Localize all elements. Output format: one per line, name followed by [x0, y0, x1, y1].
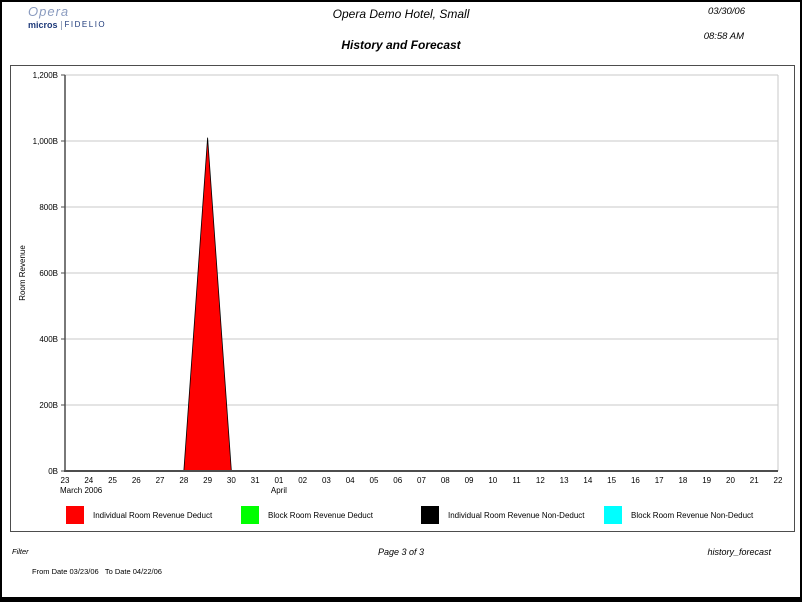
report-file-name: history_forecast: [707, 547, 771, 557]
x-axis-month-label: April: [271, 486, 287, 495]
y-tick-label: 200B: [39, 401, 58, 410]
x-tick-label: 05: [370, 476, 379, 485]
report-title: History and Forecast: [2, 38, 800, 52]
x-tick-label: 13: [560, 476, 569, 485]
legend-label: Individual Room Revenue Non-Deduct: [448, 511, 585, 520]
x-tick-label: 15: [607, 476, 616, 485]
x-tick-label: 26: [132, 476, 141, 485]
x-tick-label: 27: [156, 476, 165, 485]
x-tick-label: 29: [203, 476, 212, 485]
y-axis-title: Room Revenue: [18, 245, 27, 301]
x-tick-label: 09: [465, 476, 474, 485]
x-tick-label: 22: [774, 476, 783, 485]
hotel-title: Opera Demo Hotel, Small: [2, 7, 800, 21]
x-tick-label: 24: [84, 476, 93, 485]
legend-item-block-room-revenue-non-deduct: Block Room Revenue Non-Deduct: [604, 506, 753, 524]
legend-swatch: [421, 506, 439, 524]
page-number: Page 3 of 3: [2, 547, 800, 557]
x-tick-label: 20: [726, 476, 735, 485]
x-tick-label: 03: [322, 476, 331, 485]
legend-swatch: [241, 506, 259, 524]
chart-legend: Individual Room Revenue Deduct Block Room…: [11, 506, 794, 528]
x-axis-month-label: March 2006: [60, 486, 103, 495]
y-tick-label: 1,000B: [33, 137, 58, 146]
x-tick-label: 18: [678, 476, 687, 485]
x-tick-label: 02: [298, 476, 307, 485]
history-forecast-chart: 0B 200B 400B 600B 800B 1,000B 1,200B 23 24 25 26 27…: [11, 66, 794, 501]
y-tick-label: 0B: [48, 467, 58, 476]
x-tick-label: 07: [417, 476, 426, 485]
legend-swatch: [66, 506, 84, 524]
series-area-individual-room-revenue-deduct: [65, 138, 778, 471]
x-tick-label: 12: [536, 476, 545, 485]
filter-line-dates: From Date 03/23/06 To Date 04/22/06: [32, 567, 422, 577]
x-tick-label: 28: [179, 476, 188, 485]
chart-container: 0B 200B 400B 600B 800B 1,000B 1,200B 23 24 25 26 27…: [10, 65, 795, 532]
y-tick-label: 1,200B: [33, 71, 58, 80]
x-tick-label: 06: [393, 476, 402, 485]
legend-label: Individual Room Revenue Deduct: [93, 511, 212, 520]
x-tick-label: 11: [512, 476, 521, 485]
legend-swatch: [604, 506, 622, 524]
logo-divider: [61, 21, 62, 30]
x-tick-label: 10: [488, 476, 497, 485]
x-tick-label: 14: [583, 476, 592, 485]
x-tick-label: 19: [702, 476, 711, 485]
legend-label: Block Room Revenue Non-Deduct: [631, 511, 753, 520]
report-time: 08:58 AM: [704, 31, 744, 42]
report-footer: Filter From Date 03/23/06 To Date 04/22/…: [2, 542, 800, 592]
legend-item-block-room-revenue-deduct: Block Room Revenue Deduct: [241, 506, 373, 524]
x-tick-label: 31: [251, 476, 260, 485]
x-tick-label: 01: [274, 476, 283, 485]
y-tick-label: 600B: [39, 269, 58, 278]
x-tick-label: 25: [108, 476, 117, 485]
legend-label: Block Room Revenue Deduct: [268, 511, 373, 520]
x-tick-label: 17: [655, 476, 664, 485]
legend-item-individual-room-revenue-non-deduct: Individual Room Revenue Non-Deduct: [421, 506, 585, 524]
x-tick-label: 08: [441, 476, 450, 485]
x-tick-label: 21: [750, 476, 759, 485]
x-tick-label: 23: [61, 476, 70, 485]
filter-line-room-class: Room Class All Room Type All: [32, 597, 422, 602]
x-tick-label: 30: [227, 476, 236, 485]
y-tick-label: 400B: [39, 335, 58, 344]
x-tick-label: 04: [346, 476, 355, 485]
report-page: Opera micros FIDELIO Opera Demo Hotel, S…: [0, 0, 802, 602]
y-tick-label: 800B: [39, 203, 58, 212]
report-date: 03/30/06: [708, 6, 745, 17]
x-tick-label: 16: [631, 476, 640, 485]
legend-item-individual-room-revenue-deduct: Individual Room Revenue Deduct: [66, 506, 212, 524]
